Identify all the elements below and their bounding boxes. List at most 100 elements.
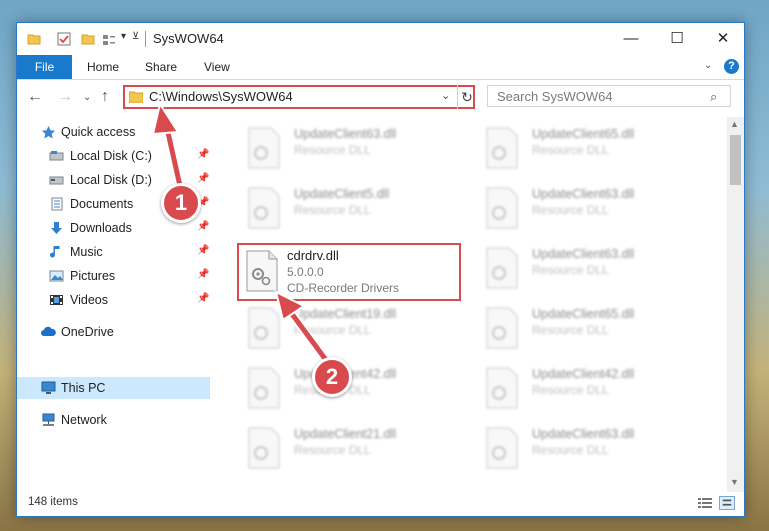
pin-icon[interactable]: 📌 <box>197 245 209 256</box>
sidebar-item-label: Documents <box>70 197 134 211</box>
new-folder-icon[interactable] <box>81 32 95 46</box>
list-item[interactable]: UpdateClient42.dll Resource DLL <box>237 361 467 417</box>
sidebar-item-local-disk-c[interactable]: Local Disk (C:) 📌 <box>17 145 210 167</box>
item-count: 148 items <box>28 496 78 508</box>
file-name: UpdateClient65.dll <box>532 127 635 141</box>
address-dropdown-icon[interactable]: ⌄ <box>441 89 450 102</box>
sidebar-item-music[interactable]: Music 📌 <box>17 241 210 263</box>
pin-icon[interactable]: 📌 <box>197 149 209 160</box>
dll-file-icon <box>246 250 278 292</box>
file-description: Resource DLL <box>294 443 371 457</box>
scroll-down-icon[interactable]: ▼ <box>730 477 739 487</box>
sidebar-item-this-pc[interactable]: This PC <box>17 377 210 399</box>
sidebar-item-quick-access[interactable]: Quick access <box>17 121 210 143</box>
forward-button[interactable]: → <box>57 88 73 106</box>
dll-file-icon <box>486 187 518 229</box>
dll-file-icon <box>248 127 280 169</box>
address-bar[interactable]: C:\Windows\SysWOW64 ⌄ ↻ <box>123 85 475 109</box>
sidebar-item-label: Pictures <box>70 269 116 283</box>
qa-more-icon[interactable]: ▾ <box>121 31 126 42</box>
list-item[interactable]: UpdateClient42.dll Resource DLL <box>475 361 705 417</box>
search-input[interactable]: Search SysWOW64 <box>497 89 613 104</box>
scroll-up-icon[interactable]: ▲ <box>730 119 739 129</box>
sidebar-item-videos[interactable]: Videos 📌 <box>17 289 210 311</box>
list-item[interactable]: UpdateClient63.dll Resource DLL <box>475 241 705 297</box>
navigation-bar: ← → ⌄ ↑ C:\Windows\SysWOW64 ⌄ ↻ Search S… <box>17 80 744 116</box>
file-description: Resource DLL <box>294 143 371 157</box>
list-item[interactable]: UpdateClient5.dll Resource DLL <box>237 181 467 237</box>
list-item[interactable]: UpdateClient63.dll Resource DLL <box>237 121 467 177</box>
drive-icon <box>49 151 64 161</box>
network-icon <box>42 413 55 426</box>
dll-file-icon <box>486 247 518 289</box>
sidebar-item-network[interactable]: Network <box>17 409 210 431</box>
file-name: UpdateClient21.dll <box>294 427 397 441</box>
properties-check-icon[interactable] <box>57 32 71 46</box>
tab-home[interactable]: Home <box>87 55 119 79</box>
back-button[interactable]: ← <box>27 88 43 106</box>
tab-share[interactable]: Share <box>145 55 177 79</box>
tiles-view-icon[interactable] <box>719 496 735 510</box>
title-bar: ▾ ⊻ SysWOW64 — ☐ ✕ <box>17 23 744 55</box>
pin-icon[interactable]: 📌 <box>197 269 209 280</box>
pin-icon[interactable]: 📌 <box>197 173 209 184</box>
maximize-button[interactable]: ☐ <box>654 23 700 55</box>
quick-access-toolbar-icon[interactable] <box>102 33 116 47</box>
up-button[interactable]: ↑ <box>101 88 109 106</box>
file-description: Resource DLL <box>532 443 609 457</box>
list-item[interactable]: UpdateClient21.dll Resource DLL <box>237 421 467 477</box>
list-item[interactable]: UpdateClient65.dll Resource DLL <box>475 121 705 177</box>
star-icon <box>41 126 56 139</box>
highlighted-file-cdrdrv[interactable]: cdrdrv.dll 5.0.0.0 CD-Recorder Drivers <box>237 243 461 301</box>
close-button[interactable]: ✕ <box>700 23 746 55</box>
videos-icon <box>50 295 63 305</box>
title-separator <box>145 31 146 47</box>
pictures-icon <box>49 270 64 282</box>
pin-icon[interactable]: 📌 <box>197 221 209 232</box>
file-description: Resource DLL <box>532 383 609 397</box>
list-item[interactable]: UpdateClient63.dll Resource DLL <box>475 421 705 477</box>
search-icon[interactable]: ⌕ <box>710 89 717 105</box>
customize-toolbar-icon[interactable]: ⊻ <box>132 31 139 42</box>
file-description: Resource DLL <box>532 263 609 277</box>
status-bar: 148 items <box>17 492 744 516</box>
file-name: UpdateClient42.dll <box>532 367 635 381</box>
sidebar-item-label: Downloads <box>70 221 132 235</box>
sidebar-item-onedrive[interactable]: OneDrive <box>17 321 210 343</box>
file-description: Resource DLL <box>532 323 609 337</box>
tab-file[interactable]: File <box>17 55 72 79</box>
details-view-icon[interactable] <box>698 497 712 509</box>
list-item[interactable]: UpdateClient65.dll Resource DLL <box>475 301 705 357</box>
sidebar-item-label: OneDrive <box>61 325 114 339</box>
vertical-scrollbar[interactable]: ▲ ▼ <box>727 117 744 492</box>
step-2-callout: 2 <box>312 357 352 397</box>
dll-file-icon <box>248 307 280 349</box>
help-icon[interactable]: ? <box>724 59 739 74</box>
dll-file-icon <box>486 307 518 349</box>
dll-file-icon <box>248 367 280 409</box>
recent-locations-button[interactable]: ⌄ <box>83 92 91 103</box>
sidebar-item-label: Local Disk (D:) <box>70 173 152 187</box>
music-icon <box>50 246 60 258</box>
file-description: Resource DLL <box>532 203 609 217</box>
pin-icon[interactable]: 📌 <box>197 293 209 304</box>
search-box[interactable]: Search SysWOW64 ⌕ <box>487 85 731 107</box>
sidebar-item-pictures[interactable]: Pictures 📌 <box>17 265 210 287</box>
sidebar-item-label: Quick access <box>61 125 136 139</box>
downloads-icon <box>51 222 62 234</box>
file-name: cdrdrv.dll <box>287 248 339 263</box>
list-item[interactable]: UpdateClient63.dll Resource DLL <box>475 181 705 237</box>
expand-ribbon-icon[interactable]: ⌄ <box>704 60 712 71</box>
address-path[interactable]: C:\Windows\SysWOW64 <box>149 89 293 104</box>
list-item[interactable]: UpdateClient19.dll Resource DLL <box>237 301 467 357</box>
file-name: UpdateClient63.dll <box>294 127 397 141</box>
file-name: UpdateClient5.dll <box>294 187 390 201</box>
tab-view[interactable]: View <box>204 55 230 79</box>
window-title: SysWOW64 <box>153 31 224 46</box>
minimize-button[interactable]: — <box>608 23 654 55</box>
file-description: Resource DLL <box>294 323 371 337</box>
folder-icon[interactable] <box>27 32 41 46</box>
sidebar-item-label: Videos <box>70 293 108 307</box>
scroll-thumb[interactable] <box>730 135 741 185</box>
refresh-icon[interactable]: ↻ <box>457 85 476 109</box>
